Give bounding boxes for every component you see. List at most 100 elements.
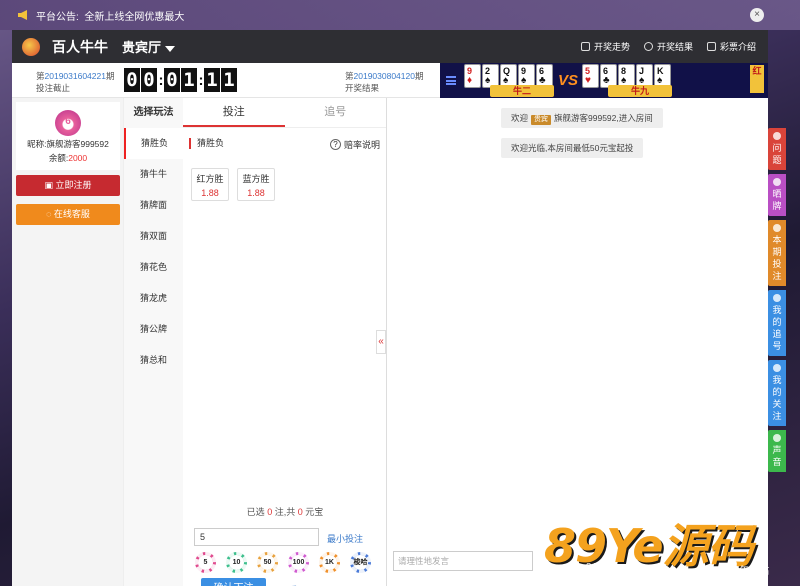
side-tab[interactable]: 问题	[768, 128, 786, 170]
timer-digit: 0	[124, 68, 140, 92]
play-type-item[interactable]: 猜花色	[124, 252, 183, 283]
intro-link-label: 彩票介绍	[719, 42, 756, 52]
confirm-bet-button[interactable]: 确认下注	[201, 578, 266, 586]
odds-rules-label: 赔率说明	[343, 140, 380, 150]
side-tab-label: 晒牌	[772, 189, 782, 211]
chart-icon	[580, 42, 590, 51]
side-tabs: 问题晒牌本期投注我的追号我的关注声音	[768, 128, 786, 476]
collapse-panel-button[interactable]: «	[376, 330, 386, 354]
trend-link[interactable]: 开奖走势	[580, 40, 630, 53]
playing-card: 5 ♥	[582, 64, 600, 88]
last-issue-number: 2019030804120	[353, 71, 415, 81]
side-tab[interactable]: 本期投注	[768, 220, 786, 286]
chip-label: 100	[291, 555, 306, 570]
odds-rules-link[interactable]: ? 赔率说明	[329, 138, 380, 151]
play-type-menu: 选择玩法 猜胜负 猜牛牛 猜牌面 猜双面 猜花色 猜龙虎 猜公牌 猜总和	[123, 98, 183, 586]
timer-digit: 0	[141, 68, 157, 92]
results-link[interactable]: 开奖结果	[643, 40, 693, 53]
doc-icon	[706, 42, 716, 51]
welcome-user: 旗舰游客999592,进入房间	[554, 113, 653, 123]
red-hand-label: 牛二	[490, 85, 554, 97]
watermark: 89Ye源码 www.89YE.com 10年老站	[536, 508, 792, 586]
room-selector[interactable]: 贵宾厅	[122, 37, 176, 56]
play-type-item[interactable]: 猜总和	[124, 345, 183, 376]
logo-icon	[22, 37, 40, 56]
vip-badge: 贵宾	[531, 115, 552, 125]
side-tab[interactable]: 我的追号	[768, 290, 786, 356]
chip-label: 1K	[322, 555, 337, 570]
bet-option-odds: 1.88	[247, 188, 265, 198]
chip-button[interactable]: 100	[288, 552, 309, 573]
summary-suffix: 元宝	[305, 507, 324, 517]
play-type-item[interactable]: 猜牛牛	[124, 159, 183, 190]
play-type-item[interactable]: 猜牌面	[124, 190, 183, 221]
blue-hand-label: 牛九	[608, 85, 673, 97]
profile-panel: 6 昵称:旗舰游客999592 余额:2000 ▣ 立即注册 ◌ 在线客服	[12, 98, 123, 586]
avatar-text: 6	[65, 116, 71, 127]
chip-button[interactable]: 10	[226, 552, 247, 573]
customer-service-button[interactable]: ◌ 在线客服	[16, 204, 120, 225]
tab-chase[interactable]: 追号	[285, 98, 387, 127]
vs-label: VS	[558, 72, 579, 89]
min-bet-link[interactable]: 最小投注	[327, 532, 363, 545]
bet-summary: 已选 0 注,共 0 元宝	[183, 505, 387, 518]
bet-option-name: 红方胜	[196, 174, 224, 184]
side-tab-icon	[773, 294, 781, 302]
nickname: 旗舰游客999592	[46, 139, 109, 149]
announcement-bar: 平台公告: 全新上线全网优惠最大 ×	[0, 0, 800, 30]
draw-result: 9 ♦ 2 ♠ Q ♠ 9 ♠ 6 ♣ 牛二 VS 5 ♥ 6 ♣ 8 ♠ J ♠ K ♠ 牛九 红	[440, 63, 768, 98]
chat-input[interactable]: 请理性地发言	[393, 551, 533, 571]
balance-label: 余额:	[48, 153, 69, 163]
bet-amount-input[interactable]: 5	[194, 528, 319, 546]
summary-amount: 0	[297, 507, 303, 517]
register-button-label: 立即注册	[55, 180, 92, 190]
chip-button[interactable]: 梭哈	[350, 552, 371, 573]
bet-option-odds: 1.88	[201, 188, 219, 198]
register-button[interactable]: ▣ 立即注册	[16, 175, 120, 196]
timer-digit: 1	[204, 68, 220, 92]
bet-option-red[interactable]: 红方胜 1.88	[191, 168, 229, 201]
play-type-item[interactable]: 猜双面	[124, 221, 183, 252]
customer-service-label: 在线客服	[53, 209, 90, 219]
chip-button[interactable]: 5	[195, 552, 216, 573]
side-tab[interactable]: 晒牌	[768, 174, 786, 216]
chip-label: 10	[229, 555, 244, 570]
side-tab[interactable]: 我的关注	[768, 360, 786, 426]
bet-section-title: 猜胜负	[189, 138, 224, 149]
countdown-timer: 0 0 : 0 1 : 1 1	[124, 68, 238, 92]
winner-tag: 红	[750, 65, 764, 93]
side-tab-icon	[773, 178, 781, 186]
profile-card: 6 昵称:旗舰游客999592 余额:2000	[16, 102, 120, 170]
trend-link-label: 开奖走势	[593, 42, 630, 52]
chip-button[interactable]: 1K	[319, 552, 340, 573]
timer-digit: 0	[164, 68, 180, 92]
chip-selector: 5 10 50 100 1K 梭哈	[195, 552, 371, 573]
intro-link[interactable]: 彩票介绍	[706, 40, 756, 53]
side-tab-label: 本期投注	[772, 235, 782, 281]
side-tab[interactable]: 声音	[768, 430, 786, 472]
announcement-text: 全新上线全网优惠最大	[84, 11, 185, 23]
welcome-message: 欢迎 贵宾 旗舰游客999592,进入房间	[501, 108, 663, 128]
play-type-item[interactable]: 猜龙虎	[124, 283, 183, 314]
chip-button[interactable]: 50	[257, 552, 278, 573]
bet-option-blue[interactable]: 蓝方胜 1.88	[237, 168, 275, 201]
header-links: 开奖走势 开奖结果 彩票介绍	[580, 30, 756, 63]
side-tab-icon	[773, 224, 781, 232]
game-window: 百人牛牛 贵宾厅 开奖走势 开奖结果 彩票介绍 第2019031604221期 …	[12, 30, 768, 586]
side-tab-label: 问题	[772, 143, 782, 165]
welcome-prefix: 欢迎	[511, 113, 529, 123]
balance-amount: 2000	[68, 153, 88, 163]
results-link-label: 开奖结果	[656, 42, 693, 52]
menu-icon[interactable]	[446, 76, 456, 85]
id-card-icon: ▣	[44, 180, 56, 190]
headset-icon: ◌	[46, 209, 54, 219]
timer-digit: 1	[181, 68, 197, 92]
nickname-label: 昵称:	[27, 139, 47, 149]
tab-bet[interactable]: 投注	[183, 98, 285, 127]
close-icon[interactable]: ×	[750, 8, 764, 22]
current-issue-number: 2019031604221	[44, 71, 106, 81]
play-type-item[interactable]: 猜公牌	[124, 314, 183, 345]
play-type-item[interactable]: 猜胜负	[124, 128, 183, 159]
last-issue-suffix: 期	[414, 71, 424, 81]
side-tab-icon	[773, 364, 781, 372]
